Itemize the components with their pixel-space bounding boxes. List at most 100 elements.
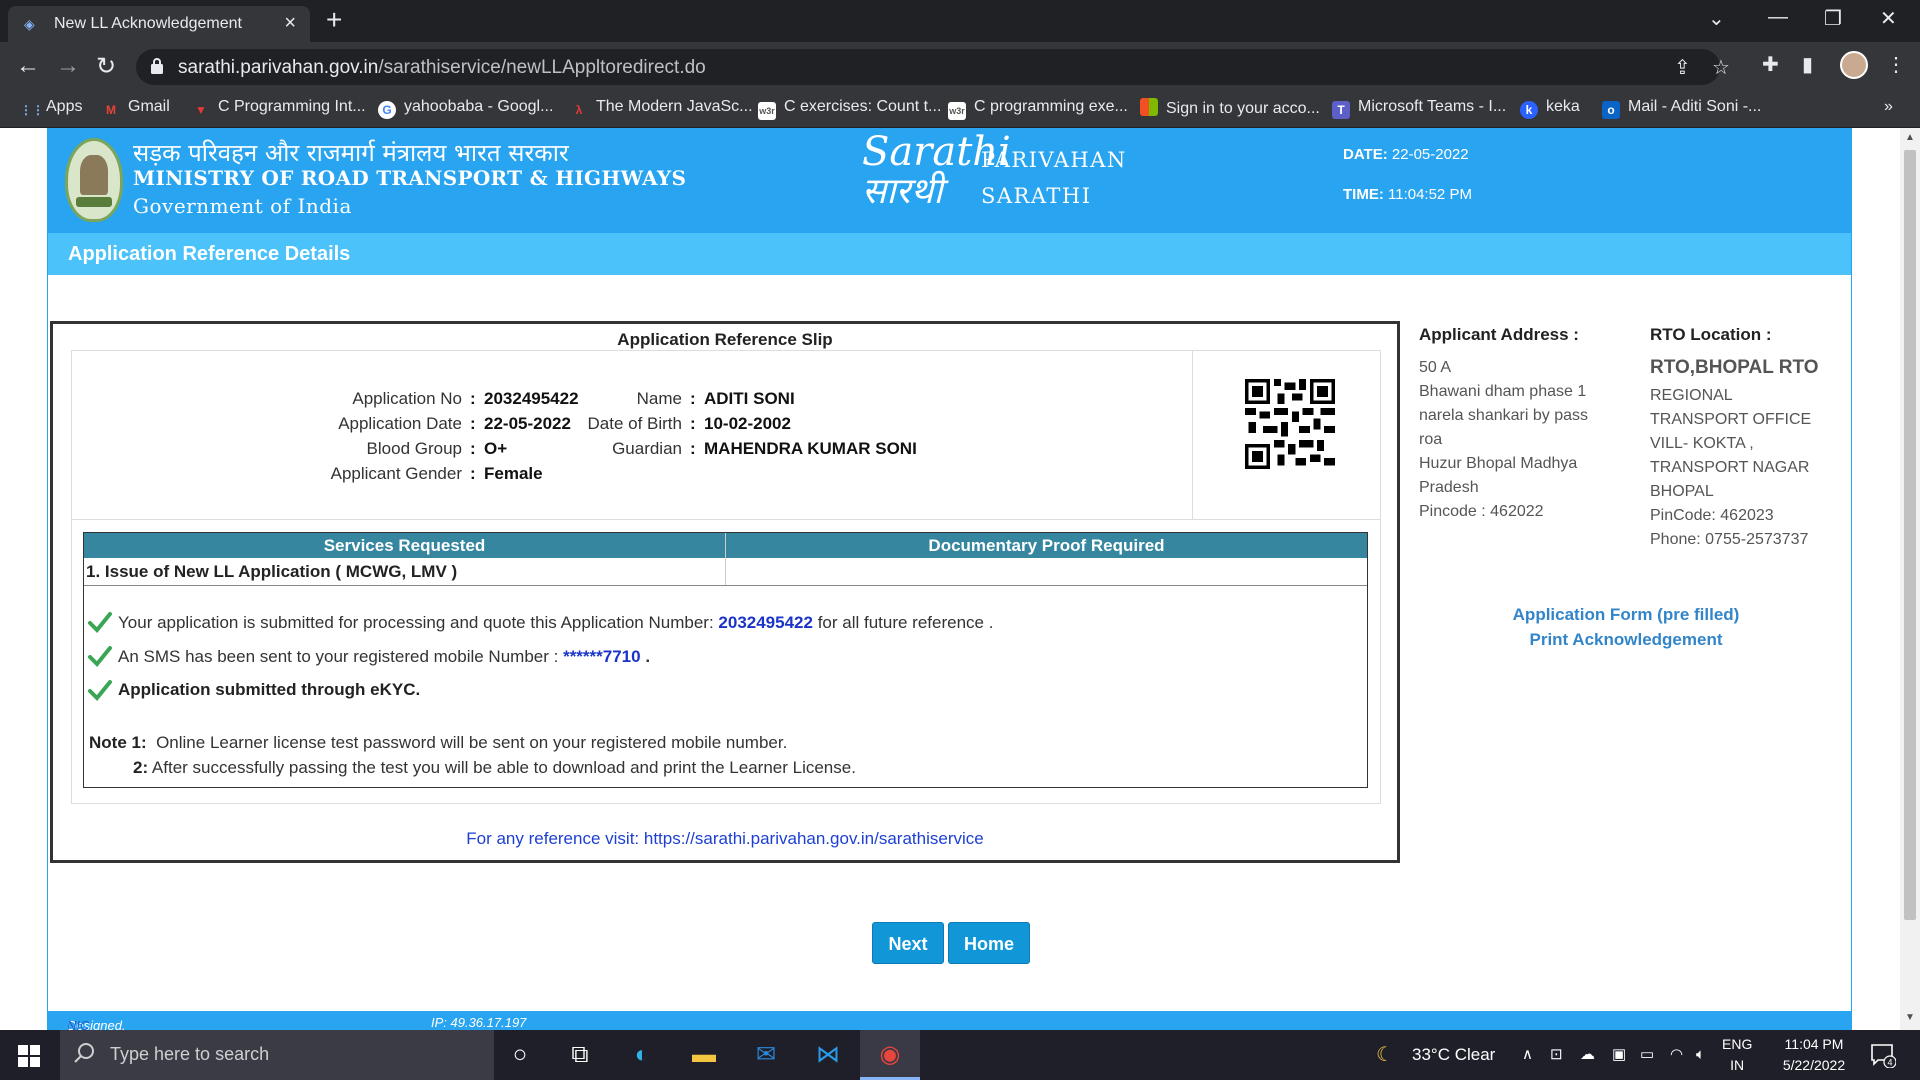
forward-icon[interactable]: → — [56, 52, 80, 80]
back-icon[interactable]: ← — [16, 52, 40, 80]
address-bar[interactable]: sarathi.parivahan.gov.in/sarathiservice/… — [136, 49, 1730, 85]
bookmark-c-programming-exe[interactable]: w3r C programming exe... — [948, 98, 1128, 120]
bookmark-microsoft-signin[interactable]: Sign in to your acco... — [1140, 98, 1320, 118]
language-indicator[interactable]: ENG IN — [1722, 1034, 1752, 1076]
ministry-name: MINISTRY OF ROAD TRANSPORT & HIGHWAYS — [133, 166, 687, 190]
lock-icon — [151, 58, 163, 74]
edge-icon[interactable]: ◐ — [612, 1030, 672, 1080]
notification-center-icon[interactable]: 4 — [1870, 1042, 1896, 1068]
gender-label: Applicant Gender — [330, 464, 462, 483]
submission-message: Your application is submitted for proces… — [118, 613, 994, 632]
dob-value: 10-02-2002 — [704, 414, 791, 433]
check-icon — [88, 680, 112, 701]
bookmark-mail[interactable]: o Mail - Aditi Soni -... — [1602, 98, 1761, 119]
w3r-icon: w3r — [948, 102, 966, 120]
display-icon[interactable]: ▣ — [1612, 1030, 1626, 1080]
national-emblem-icon — [65, 138, 123, 222]
blood-group-label: Blood Group — [366, 439, 462, 458]
applicant-address-title: Applicant Address : — [1419, 325, 1579, 344]
bookmark-gmail[interactable]: M Gmail — [102, 98, 170, 119]
bookmark-keka[interactable]: k keka — [1520, 98, 1580, 119]
side-panel-icon[interactable]: ▮ — [1802, 52, 1813, 77]
windows-start-icon[interactable] — [18, 1045, 40, 1067]
documentary-proof-header: Documentary Proof Required — [928, 536, 1165, 555]
scroll-up-icon[interactable]: ▲ — [1905, 132, 1915, 143]
volume-icon[interactable]: 🔈︎ — [1696, 1030, 1705, 1080]
rto-line: REGIONAL — [1650, 387, 1733, 404]
application-date-label: Application Date — [338, 414, 462, 433]
task-view-icon[interactable]: ⧉ — [550, 1030, 610, 1080]
reference-url-link[interactable]: For any reference visit: https://sarathi… — [53, 829, 1397, 849]
file-explorer-icon[interactable]: ▬ — [674, 1030, 734, 1080]
ministry-name-hindi: सड़क परिवहन और राजमार्ग मंत्रालय भारत सर… — [133, 139, 569, 167]
qr-code-icon — [1245, 379, 1335, 469]
battery-icon[interactable]: ▭ — [1640, 1030, 1654, 1080]
meet-now-icon[interactable]: ⊡ — [1550, 1030, 1563, 1080]
search-placeholder: Type here to search — [110, 1044, 270, 1064]
section-header: Application Reference Details — [48, 233, 1851, 275]
tab-active[interactable]: ◈ New LL Acknowledgement × — [8, 6, 310, 42]
slip-title: Application Reference Slip — [617, 330, 833, 349]
minimize-icon[interactable]: — — [1768, 6, 1788, 29]
bookmark-teams[interactable]: T Microsoft Teams - I... — [1332, 98, 1506, 119]
home-button[interactable]: Home — [948, 922, 1030, 964]
system-clock[interactable]: 11:04 PM 5/22/2022 — [1770, 1034, 1858, 1076]
bookmark-apps[interactable]: ⋮⋮ Apps — [20, 98, 82, 119]
check-icon — [88, 646, 112, 667]
restore-icon[interactable]: ❐ — [1824, 6, 1842, 31]
weather-moon-icon: ☾ — [1376, 1044, 1394, 1066]
qr-cell — [1192, 351, 1380, 519]
menu-icon[interactable]: ⋮ — [1886, 52, 1906, 77]
dob-label: Date of Birth — [587, 414, 683, 433]
services-table: Services Requested Documentary Proof Req… — [83, 532, 1368, 788]
share-icon[interactable]: ⇪ — [1674, 55, 1691, 80]
clock-date: 5/22/2022 — [1782, 1057, 1846, 1073]
header-time: TIME: 11:04:52 PM — [1343, 186, 1472, 203]
new-tab-icon[interactable]: + — [326, 4, 342, 36]
tab-strip: ◈ New LL Acknowledgement × + ⌄ — ❐ ✕ — [0, 0, 1920, 42]
bookmark-c-programming[interactable]: ▼ C Programming Int... — [192, 98, 366, 119]
print-acknowledgement-link[interactable]: Print Acknowledgement — [1456, 630, 1796, 650]
site-icon: ▼ — [195, 103, 207, 117]
bookmarks-bar: ⋮⋮ Apps M Gmail ▼ C Programming Int... Gyah… — [0, 90, 1920, 128]
reload-icon[interactable]: ↻ — [96, 52, 116, 81]
bookmarks-overflow-icon[interactable]: » — [1884, 98, 1893, 116]
scrollbar-thumb[interactable] — [1904, 150, 1916, 920]
mail-icon[interactable]: ✉ — [736, 1030, 796, 1080]
bookmark-modern-js[interactable]: λ The Modern JavaSc... — [570, 98, 753, 119]
close-window-icon[interactable]: ✕ — [1880, 6, 1897, 31]
profile-avatar[interactable] — [1840, 51, 1868, 79]
taskbar-search[interactable]: Type here to search — [60, 1030, 494, 1080]
google-icon: G — [378, 101, 396, 119]
bookmark-star-icon[interactable]: ☆ — [1712, 55, 1730, 80]
extensions-icon[interactable]: ✚ — [1762, 52, 1779, 77]
onedrive-icon[interactable]: ☁ — [1580, 1030, 1595, 1080]
application-reference-slip: Application Reference Slip Application N… — [50, 321, 1400, 863]
show-hidden-icons[interactable]: ∧ — [1522, 1030, 1533, 1080]
cortana-icon[interactable]: ○ — [490, 1030, 550, 1080]
main-content: Application Reference Details Applicatio… — [47, 232, 1852, 1012]
rto-line: TRANSPORT NAGAR — [1650, 459, 1810, 476]
bookmark-yahoobaba[interactable]: Gyahoobaba - Googl... — [378, 98, 553, 119]
apps-grid-icon: ⋮⋮ — [20, 103, 44, 117]
site-icon: λ — [575, 103, 583, 117]
tab-search-icon[interactable]: ⌄ — [1708, 6, 1725, 31]
close-tab-icon[interactable]: × — [284, 12, 296, 35]
address-line: narela shankari by pass — [1419, 407, 1588, 424]
wifi-icon[interactable]: ◠ — [1670, 1030, 1683, 1080]
chrome-icon[interactable]: ◉ — [860, 1030, 920, 1080]
vscode-icon[interactable]: ⋈ — [798, 1030, 858, 1080]
page-scrollbar[interactable]: ▲ ▼ — [1900, 128, 1920, 1030]
address-line: Huzur Bhopal Madhya — [1419, 455, 1578, 472]
next-button[interactable]: Next — [872, 922, 944, 964]
weather-text[interactable]: 33°C Clear — [1412, 1030, 1495, 1080]
application-form-link[interactable]: Application Form (pre filled) — [1456, 605, 1796, 625]
bookmark-c-exercises[interactable]: w3r C exercises: Count t... — [758, 98, 941, 120]
service-row: 1. Issue of New LL Application ( MCWG, L… — [86, 562, 458, 581]
blood-group-value: O+ — [484, 439, 508, 458]
note-1: Note 1: Online Learner license test pass… — [89, 733, 788, 752]
ekyc-message: Application submitted through eKYC. — [118, 680, 421, 699]
sarathi-label: SARATHI — [981, 184, 1092, 208]
name-value: ADITI SONI — [704, 389, 795, 408]
scroll-down-icon[interactable]: ▼ — [1905, 1012, 1915, 1023]
